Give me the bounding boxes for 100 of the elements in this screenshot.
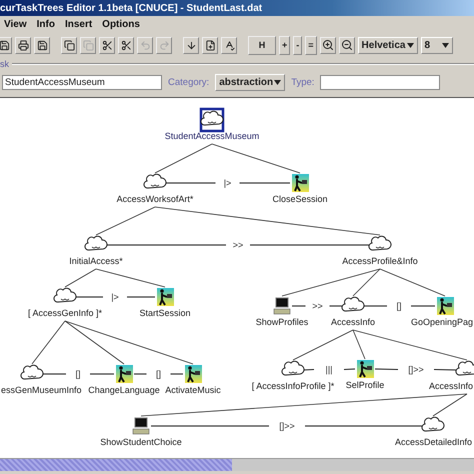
- toolbar-button[interactable]: [15, 36, 31, 54]
- node-label[interactable]: ShowProfiles: [256, 317, 308, 327]
- horizontal-scrollbar[interactable]: [0, 458, 474, 471]
- undo-icon: [140, 40, 150, 50]
- node-label[interactable]: InitialAccess*: [69, 256, 123, 266]
- operator-label: |>: [111, 292, 119, 302]
- node-label[interactable]: CloseSession: [272, 194, 328, 204]
- category-select[interactable]: abstraction: [215, 74, 286, 90]
- name-field[interactable]: StudentAccessMuseum: [2, 74, 162, 90]
- person-at-computer-icon: [292, 174, 309, 192]
- spell-check-icon: [224, 40, 234, 50]
- node-label[interactable]: ChangeLanguage: [88, 385, 160, 395]
- person-at-computer-icon: [437, 297, 454, 315]
- toolbar-button[interactable]: +: [279, 36, 290, 54]
- link-line: [344, 368, 356, 370]
- copy-icon: [64, 40, 74, 50]
- toolbar-button[interactable]: -: [293, 36, 302, 54]
- cloud-icon: [281, 360, 305, 376]
- operator-label: []>>: [408, 364, 424, 374]
- menu-item[interactable]: Insert: [64, 19, 92, 30]
- cloud-icon: [341, 296, 365, 312]
- menu-item[interactable]: Options: [102, 19, 140, 30]
- node-label[interactable]: GoOpeningPag: [410, 317, 473, 327]
- scissors-icon: [102, 40, 112, 50]
- computer-icon: [132, 418, 150, 434]
- window-title: curTaskTrees Editor 1.1beta [CNUCE] - StudentLast.dat: [0, 0, 474, 16]
- size-select[interactable]: 8: [420, 36, 453, 54]
- cloud-icon: [200, 110, 224, 126]
- printer-icon: [18, 40, 28, 50]
- redo-icon: [158, 40, 170, 50]
- node-label[interactable]: AccessInfo: [330, 317, 376, 327]
- node-label[interactable]: essGenMuseumInfo: [1, 385, 82, 395]
- node-label[interactable]: AccessProfile&Info: [342, 256, 418, 266]
- file-plus-icon: [204, 40, 216, 50]
- link-line: [74, 296, 104, 298]
- group-legend: sk: [0, 59, 9, 69]
- toolbar-button[interactable]: [99, 36, 115, 54]
- operator-label: |>: [224, 178, 232, 188]
- zoom-in-icon: [322, 39, 334, 51]
- caret-icon: [442, 42, 449, 48]
- link-line: [239, 182, 290, 184]
- toolbar-button[interactable]: [118, 36, 134, 54]
- menu-item[interactable]: View: [4, 19, 27, 30]
- operator-label: []: [156, 369, 161, 379]
- operator-label: []: [76, 369, 80, 379]
- toolbar-button[interactable]: [61, 36, 77, 54]
- link-line: [434, 369, 458, 370]
- node-label[interactable]: AccessInfo: [428, 381, 473, 391]
- toolbar-button[interactable]: [183, 36, 199, 54]
- font-select[interactable]: Helvetica: [358, 36, 418, 54]
- menu-item[interactable]: Info: [36, 19, 55, 30]
- type-label: Type:: [291, 76, 314, 88]
- node-label[interactable]: StudentAccessMuseum: [164, 131, 260, 141]
- type-field[interactable]: [320, 74, 440, 90]
- toolbar-button[interactable]: [34, 36, 50, 54]
- selection-frame: [200, 108, 224, 132]
- scrollbar-thumb[interactable]: [0, 459, 232, 471]
- node-label[interactable]: [ AccessInfoProfile ]*: [252, 381, 334, 391]
- cloud-icon: [84, 236, 108, 251]
- link-line: [126, 296, 156, 298]
- node-label[interactable]: ShowStudentChoice: [100, 437, 182, 447]
- operator-label: []>>: [279, 421, 295, 431]
- cloud-icon: [368, 236, 392, 251]
- node-label[interactable]: StartSession: [139, 308, 191, 318]
- cloud-icon: [143, 174, 167, 189]
- arrow-down-icon: [186, 40, 196, 50]
- toolbar-button[interactable]: [0, 36, 12, 54]
- node-label[interactable]: AccessDetailedInfo: [394, 437, 472, 447]
- toolbar-button[interactable]: =: [305, 36, 317, 54]
- toolbar-button[interactable]: [202, 36, 218, 54]
- scissors-icon: [120, 40, 132, 50]
- operator-label: |||: [326, 364, 332, 374]
- cloud-icon: [421, 416, 445, 432]
- toolbar-button[interactable]: [221, 36, 237, 54]
- zoom-out-icon: [340, 39, 353, 51]
- link-line: [374, 368, 398, 370]
- cloud-icon: [20, 364, 44, 380]
- person-at-computer-icon: [185, 365, 202, 383]
- person-at-computer-icon: [157, 288, 174, 306]
- person-at-computer-icon: [116, 365, 133, 383]
- person-at-computer-icon: [357, 360, 374, 378]
- operator-label: >>: [312, 301, 323, 311]
- operator-label: []: [396, 301, 402, 311]
- save-icon: [36, 40, 48, 50]
- caret-icon: [274, 80, 282, 84]
- save-icon: [0, 40, 10, 50]
- node-label[interactable]: AccessWorksofArt*: [116, 194, 194, 204]
- link-line: [302, 369, 314, 370]
- toolbar-button[interactable]: H: [248, 36, 276, 54]
- computer-icon: [274, 298, 290, 314]
- node-label[interactable]: [ AccessGenInfo ]*: [28, 308, 102, 318]
- node-label[interactable]: SelProfile: [346, 380, 384, 390]
- caret-icon: [406, 42, 414, 48]
- cloud-icon: [53, 288, 77, 303]
- node-label[interactable]: ActivateMusic: [165, 385, 221, 395]
- zoom-out-button[interactable]: [338, 36, 355, 54]
- zoom-in-button[interactable]: [320, 36, 336, 54]
- operator-label: >>: [232, 240, 244, 250]
- link-line: [164, 182, 216, 184]
- copy-icon: [82, 40, 94, 50]
